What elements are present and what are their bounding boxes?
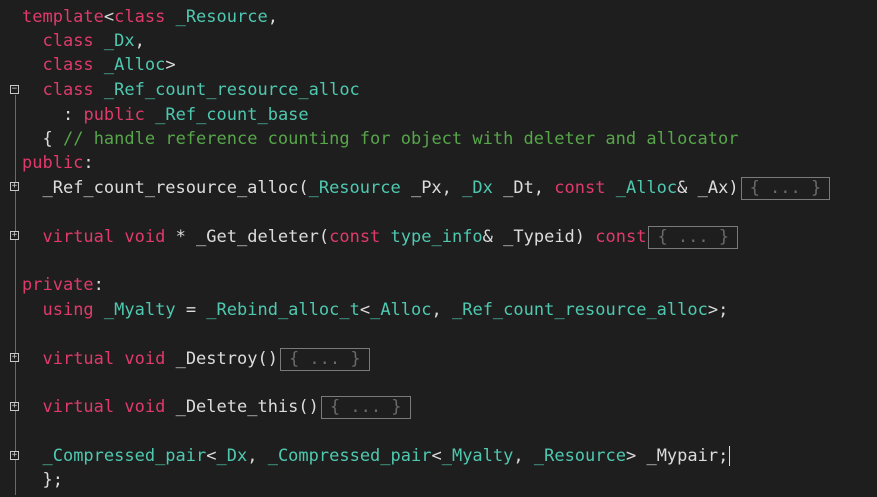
closing-brace: }; bbox=[42, 470, 63, 490]
keyword: virtual bbox=[42, 227, 115, 247]
type-name: _Alloc bbox=[103, 55, 166, 75]
keyword: template bbox=[22, 7, 104, 27]
operator: = bbox=[175, 300, 207, 320]
type-name: type_info bbox=[390, 227, 483, 247]
comment: // handle reference counting for object … bbox=[62, 129, 739, 149]
code-line: using _Myalty = _Rebind_alloc_t<_Alloc, … bbox=[42, 300, 729, 320]
code-line: virtual void _Delete_this(){ ... } bbox=[22, 395, 411, 419]
code-line: private: bbox=[22, 275, 104, 295]
code-line: class _Ref_count_resource_alloc bbox=[22, 78, 360, 102]
fold-guide-line bbox=[15, 95, 16, 495]
type-name: _Myalty bbox=[441, 446, 514, 466]
fold-expand-icon[interactable]: + bbox=[10, 451, 19, 460]
keyword: class bbox=[42, 31, 94, 51]
keyword: virtual bbox=[42, 349, 115, 369]
param: _Dt, bbox=[492, 178, 555, 198]
text-caret bbox=[729, 446, 731, 466]
code-line: }; bbox=[22, 468, 63, 492]
type-name: _Resource bbox=[175, 7, 268, 27]
code-line: virtual void * _Get_deleter(const type_i… bbox=[22, 225, 739, 249]
fold-expand-icon[interactable]: + bbox=[10, 402, 19, 411]
code-line: : public _Ref_count_base bbox=[62, 105, 309, 125]
function-name: * _Get_deleter( bbox=[165, 227, 330, 247]
param: & _Ax) bbox=[677, 178, 739, 198]
collapsed-block[interactable]: { ... } bbox=[740, 176, 831, 200]
code-line: public: bbox=[22, 153, 94, 173]
keyword: using bbox=[42, 300, 94, 320]
keyword: public bbox=[83, 105, 145, 125]
keyword: virtual bbox=[42, 397, 115, 417]
keyword: const bbox=[595, 227, 647, 247]
fold-expand-icon[interactable]: + bbox=[10, 353, 19, 362]
function-name: _Delete_this() bbox=[165, 397, 319, 417]
keyword: class bbox=[42, 80, 94, 100]
type-name: _Ref_count_resource_alloc bbox=[451, 300, 708, 320]
code-line: { // handle reference counting for objec… bbox=[42, 129, 739, 149]
keyword: void bbox=[124, 227, 166, 247]
fold-expand-icon[interactable]: + bbox=[10, 182, 19, 191]
keyword: const bbox=[329, 227, 381, 247]
collapsed-block[interactable]: { ... } bbox=[320, 395, 411, 419]
type-name: _Dx bbox=[103, 31, 135, 51]
function-name: _Destroy() bbox=[165, 349, 278, 369]
collapsed-block[interactable]: { ... } bbox=[648, 225, 739, 249]
keyword: void bbox=[124, 397, 166, 417]
type-name: _Ref_count_base bbox=[155, 105, 309, 125]
code-line: _Ref_count_resource_alloc(_Resource _Px,… bbox=[22, 176, 831, 200]
param: & _Typeid) bbox=[482, 227, 596, 247]
code-line: _Compressed_pair<_Dx, _Compressed_pair<_… bbox=[42, 446, 731, 466]
type-name: _Dx bbox=[216, 446, 248, 466]
keyword: class bbox=[114, 7, 166, 27]
type-name: _Rebind_alloc_t bbox=[206, 300, 360, 320]
code-line: virtual void _Destroy(){ ... } bbox=[22, 347, 370, 371]
class-name: _Ref_count_resource_alloc bbox=[103, 80, 360, 100]
code-line: template<class _Resource, bbox=[22, 7, 278, 27]
type-name: _Compressed_pair bbox=[267, 446, 432, 466]
type-name: _Alloc bbox=[615, 178, 678, 198]
code-line: class _Dx, bbox=[42, 31, 145, 51]
access-specifier: public bbox=[22, 153, 84, 173]
type-name: _Alloc bbox=[370, 300, 432, 320]
keyword: void bbox=[124, 349, 166, 369]
type-name: _Myalty bbox=[103, 300, 176, 320]
param: _Px, bbox=[400, 178, 463, 198]
code-editor[interactable]: − + + + + + template<class _Resource, cl… bbox=[0, 0, 877, 497]
collapsed-block[interactable]: { ... } bbox=[279, 347, 370, 371]
member-name: > _Mypair; bbox=[625, 446, 729, 466]
type-name: _Resource bbox=[308, 178, 401, 198]
function-name: _Ref_count_resource_alloc( bbox=[42, 178, 309, 198]
keyword: const bbox=[554, 178, 606, 198]
type-name: _Compressed_pair bbox=[42, 446, 207, 466]
type-name: _Resource bbox=[533, 446, 626, 466]
fold-expand-icon[interactable]: + bbox=[10, 231, 19, 240]
fold-gutter bbox=[0, 0, 16, 497]
access-specifier: private bbox=[22, 275, 94, 295]
type-name: _Dx bbox=[462, 178, 493, 198]
code-line: class _Alloc> bbox=[42, 55, 176, 75]
fold-collapse-icon[interactable]: − bbox=[10, 85, 19, 94]
keyword: class bbox=[42, 55, 94, 75]
